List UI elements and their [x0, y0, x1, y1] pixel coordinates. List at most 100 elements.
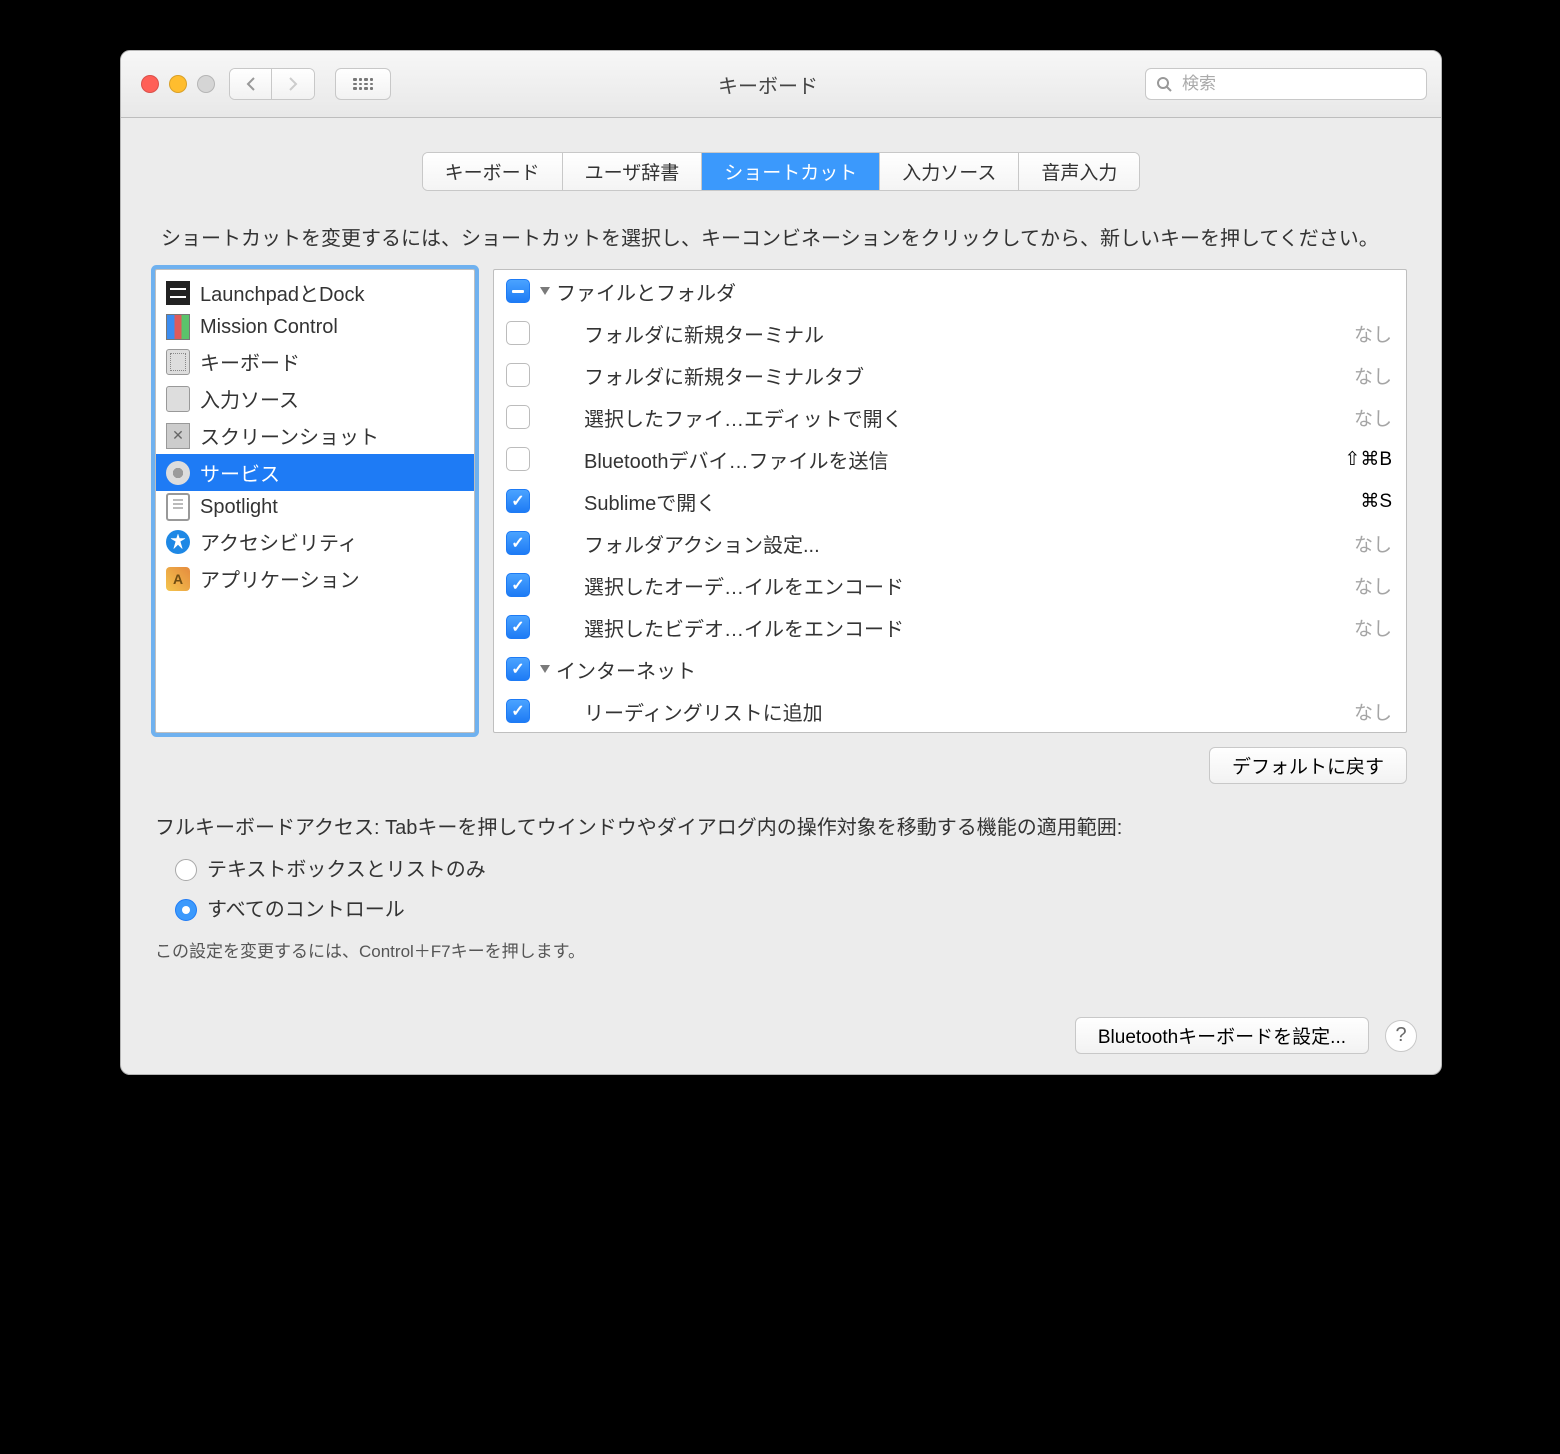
shortcut-group-row[interactable]: ファイルとフォルダ — [494, 270, 1406, 312]
shortcut-row[interactable]: Bluetoothデバイ…ファイルを送信⇧⌘B — [494, 438, 1406, 480]
shortcut-key[interactable]: なし — [1340, 320, 1392, 347]
shortcut-key[interactable]: なし — [1340, 404, 1392, 431]
spotlight-icon — [166, 493, 190, 521]
checkbox[interactable] — [506, 489, 530, 513]
category-label: キーボード — [200, 347, 300, 376]
close-window-button[interactable] — [141, 75, 159, 93]
minimize-window-button[interactable] — [169, 75, 187, 93]
category-keyboard[interactable]: キーボード — [156, 343, 474, 380]
show-all-prefs-button[interactable] — [335, 68, 391, 100]
zoom-window-button[interactable] — [197, 75, 215, 93]
tab-userdict[interactable]: ユーザ辞書 — [563, 153, 703, 190]
shortcut-label: フォルダに新規ターミナル — [584, 319, 1340, 348]
access-icon — [166, 530, 190, 554]
shortcut-row[interactable]: Sublimeで開く⌘S — [494, 480, 1406, 522]
shortcut-label: Sublimeで開く — [584, 487, 1346, 516]
mission-icon — [166, 314, 190, 340]
checkbox[interactable] — [506, 699, 530, 723]
shortcut-key[interactable]: なし — [1340, 698, 1392, 725]
tab-shortcuts[interactable]: ショートカット — [702, 153, 880, 190]
keyboard-access-radio-1[interactable]: すべてのコントロール — [175, 894, 1407, 926]
tab-keyboard[interactable]: キーボード — [423, 153, 563, 190]
window-toolbar: キーボード — [121, 51, 1441, 118]
shortcut-list[interactable]: ファイルとフォルダフォルダに新規ターミナルなしフォルダに新規ターミナルタブなし選… — [493, 269, 1407, 733]
shortcut-row[interactable]: 選択したファイ…エディットで開くなし — [494, 396, 1406, 438]
shortcut-label: 選択したオーデ…イルをエンコード — [584, 571, 1340, 600]
bluetooth-keyboard-setup-button[interactable]: Bluetoothキーボードを設定... — [1075, 1017, 1369, 1054]
radio-label: テキストボックスとリストのみ — [207, 854, 486, 886]
category-accessibility[interactable]: アクセシビリティ — [156, 523, 474, 560]
checkbox[interactable] — [506, 447, 530, 471]
disclosure-triangle-icon[interactable] — [540, 287, 550, 295]
shortcut-group-label: ファイルとフォルダ — [556, 277, 1392, 306]
category-label: Mission Control — [200, 316, 338, 339]
input-icon — [166, 386, 190, 412]
shortcut-group-label: インターネット — [556, 655, 1392, 684]
full-keyboard-access-title: フルキーボードアクセス: Tabキーを押してウインドウやダイアログ内の操作対象を… — [155, 812, 1407, 844]
checkbox[interactable] — [506, 615, 530, 639]
checkbox[interactable] — [506, 363, 530, 387]
tab-dictation[interactable]: 音声入力 — [1019, 153, 1139, 190]
category-list[interactable]: LaunchpadとDock Mission Control キーボード入力ソースス… — [155, 269, 475, 733]
checkbox[interactable] — [506, 657, 530, 681]
services-icon — [166, 461, 190, 485]
category-inputsources[interactable]: 入力ソース — [156, 380, 474, 417]
shortcut-label: 選択したファイ…エディットで開く — [584, 403, 1340, 432]
category-services[interactable]: サービス — [156, 454, 474, 491]
shortcut-row[interactable]: フォルダアクション設定...なし — [494, 522, 1406, 564]
shortcut-label: フォルダアクション設定... — [584, 529, 1340, 558]
screenshot-icon — [166, 423, 190, 449]
shortcut-key[interactable]: なし — [1340, 530, 1392, 557]
category-label: 入力ソース — [200, 384, 299, 413]
checkbox[interactable] — [506, 573, 530, 597]
shortcut-key[interactable]: なし — [1340, 572, 1392, 599]
keyboard-access-radio-0[interactable]: テキストボックスとリストのみ — [175, 854, 1407, 886]
help-button[interactable]: ? — [1385, 1020, 1417, 1052]
shortcut-key[interactable]: なし — [1340, 614, 1392, 641]
shortcut-key[interactable]: ⇧⌘B — [1330, 448, 1392, 471]
search-input[interactable] — [1180, 73, 1416, 95]
back-button[interactable] — [230, 69, 272, 99]
checkbox[interactable] — [506, 405, 530, 429]
category-label: サービス — [200, 458, 280, 487]
traffic-lights — [135, 75, 215, 93]
category-launchpad[interactable]: LaunchpadとDock — [156, 274, 474, 311]
search-field-container[interactable] — [1145, 68, 1427, 100]
shortcut-key[interactable]: ⌘S — [1346, 490, 1392, 513]
shortcut-label: リーディングリストに追加 — [584, 697, 1340, 726]
restore-defaults-button[interactable]: デフォルトに戻す — [1209, 747, 1407, 784]
category-spotlight[interactable]: Spotlight — [156, 491, 474, 523]
disclosure-triangle-icon[interactable] — [540, 665, 550, 673]
tab-inputsrc[interactable]: 入力ソース — [880, 153, 1019, 190]
category-mission[interactable]: Mission Control — [156, 311, 474, 343]
radio-icon — [175, 899, 197, 921]
shortcut-row[interactable]: リーディングリストに追加なし — [494, 690, 1406, 732]
shortcut-row[interactable]: フォルダに新規ターミナルなし — [494, 312, 1406, 354]
category-label: アプリケーション — [200, 564, 360, 593]
shortcut-row[interactable]: 選択したビデオ…イルをエンコードなし — [494, 606, 1406, 648]
category-label: アクセシビリティ — [200, 527, 358, 556]
full-keyboard-access-hint: この設定を変更するには、Control＋F7キーを押します。 — [155, 938, 1407, 965]
shortcut-label: 選択したビデオ…イルをエンコード — [584, 613, 1340, 642]
shortcut-row[interactable]: フォルダに新規ターミナルタブなし — [494, 354, 1406, 396]
category-label: スクリーンショット — [200, 421, 379, 450]
checkbox[interactable] — [506, 531, 530, 555]
category-apps[interactable]: アプリケーション — [156, 560, 474, 597]
checkbox[interactable] — [506, 279, 530, 303]
pref-tabs: キーボードユーザ辞書ショートカット入力ソース音声入力 — [155, 152, 1407, 191]
window-title: キーボード — [405, 70, 1131, 99]
instructions-text: ショートカットを変更するには、ショートカットを選択し、キーコンビネーションをクリ… — [161, 223, 1401, 255]
shortcut-label: Bluetoothデバイ…ファイルを送信 — [584, 445, 1330, 474]
shortcut-key[interactable]: なし — [1340, 362, 1392, 389]
search-icon — [1156, 76, 1172, 92]
shortcut-row[interactable]: 選択したオーデ…イルをエンコードなし — [494, 564, 1406, 606]
keyboard-icon — [166, 349, 190, 375]
category-screenshot[interactable]: スクリーンショット — [156, 417, 474, 454]
checkbox[interactable] — [506, 321, 530, 345]
apps-icon — [166, 567, 190, 591]
category-label: Spotlight — [200, 496, 278, 519]
launchpad-icon — [166, 281, 190, 305]
forward-button[interactable] — [272, 69, 314, 99]
category-label: LaunchpadとDock — [200, 278, 365, 307]
shortcut-group-row[interactable]: インターネット — [494, 648, 1406, 690]
